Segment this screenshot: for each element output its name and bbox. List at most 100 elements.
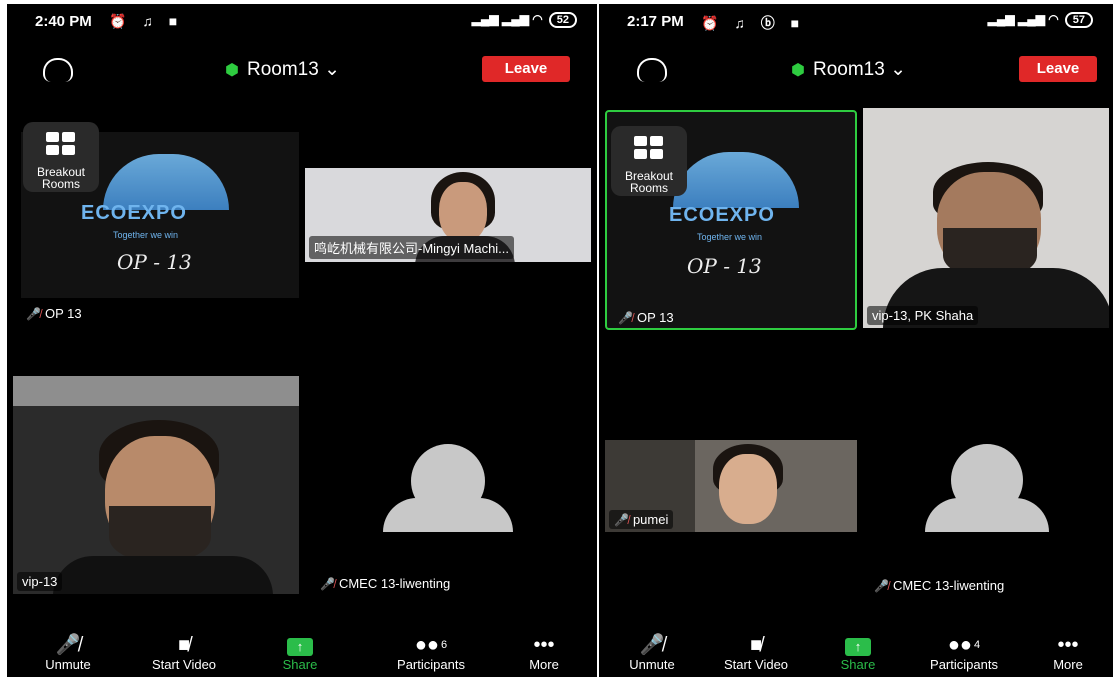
share-button[interactable]: ↑ Share (813, 633, 903, 672)
grid-icon (634, 136, 664, 160)
unmute-label: Unmute (45, 657, 91, 672)
audio-headset-icon[interactable] (637, 58, 667, 82)
room-name: Room13 (812, 59, 885, 80)
chevron-down-icon: ⌄ (890, 59, 906, 80)
participants-count: 6 (441, 639, 448, 651)
grid-icon (46, 132, 76, 156)
signal-icons: ▂▄▆ ▂▄▆ ◠ 57 (988, 12, 1093, 28)
meeting-toolbar: 🎤̸ Unmute ■̸ Start Video ↑ Share ●● 6 Partici… (7, 633, 597, 677)
participants-label: Participants (397, 657, 465, 672)
name-label-mingyi: 鸣屹机械有限公司-Mingyi Machi... (309, 236, 515, 259)
phone-screen-left: 2:40 PM ⏰ ♫ ■ ▂▄▆ ▂▄▆ ◠ 52 ⬢ Room13 ⌄ Leav… (7, 4, 597, 677)
name-label-vip13: vip-13 (17, 572, 63, 591)
leave-button[interactable]: Leave (1019, 56, 1097, 82)
mic-muted-icon: 🎤̸ (874, 579, 889, 593)
video-tile-pkshaha[interactable]: vip-13, PK Shaha (863, 108, 1109, 328)
status-icons: ⏰ ♫ ■ (109, 13, 184, 29)
shield-icon: ⬢ (791, 62, 805, 79)
status-time: 2:17 PM (627, 13, 684, 30)
battery-icon: 57 (1064, 12, 1093, 28)
participants-count: 4 (974, 639, 981, 651)
avatar-body-icon (925, 498, 1049, 532)
person-face (439, 182, 487, 242)
meeting-topbar: ⬢ Room13 ⌄ Leave (599, 50, 1113, 90)
video-tile-pumei[interactable]: 🎤̸ pumei (605, 440, 857, 532)
breakout-label: Breakout Rooms (624, 169, 674, 195)
share-label: Share (840, 657, 876, 672)
status-time: 2:40 PM (35, 13, 92, 30)
name-label-cmec: 🎤̸ CMEC 13-liwenting (315, 574, 455, 593)
mic-muted-icon: 🎤̸ (614, 513, 629, 527)
signal-icons: ▂▄▆ ▂▄▆ ◠ 52 (472, 12, 577, 28)
person-body (53, 556, 273, 594)
participant-name: CMEC 13-liwenting (338, 576, 451, 591)
share-button[interactable]: ↑ Share (255, 633, 345, 672)
leave-button[interactable]: Leave (482, 56, 570, 82)
mic-off-icon: 🎤̸ (639, 634, 665, 656)
unmute-button[interactable]: 🎤̸ Unmute (607, 633, 697, 672)
start-video-button[interactable]: ■̸ Start Video (711, 633, 801, 672)
eco-logo: ECOEXPO (669, 204, 775, 226)
more-dots-icon: ••• (1057, 634, 1079, 656)
breakout-rooms-button[interactable]: Breakout Rooms (23, 122, 99, 192)
eco-tagline: Together we win (697, 232, 763, 242)
shield-icon: ⬢ (225, 62, 239, 79)
name-label-pumei: 🎤̸ pumei (609, 510, 674, 529)
video-tile-mingyi[interactable]: 鸣屹机械有限公司-Mingyi Machi... (305, 168, 591, 262)
start-video-button[interactable]: ■̸ Start Video (139, 633, 229, 672)
participants-icon: ●● 6 (414, 634, 448, 656)
ceiling-background (13, 376, 299, 406)
video-tile-vip13[interactable]: vip-13 (13, 376, 299, 594)
avatar-body-icon (383, 498, 513, 532)
video-tile-cmec[interactable]: 🎤̸ CMEC 13-liwenting (305, 404, 591, 594)
video-label: Start Video (151, 657, 217, 672)
mic-muted-icon: 🎤̸ (320, 577, 335, 591)
name-label-pkshaha: vip-13, PK Shaha (867, 306, 979, 325)
participants-button[interactable]: ●● 4 Participants (909, 633, 1019, 672)
phone-screen-right: 2:17 PM ⏰ ♫ ⓑ ■ ▂▄▆ ▂▄▆ ◠ 57 ⬢ Room13 ⌄ Le… (599, 4, 1113, 677)
share-icon: ↑ (845, 638, 871, 656)
status-bar: 2:40 PM ⏰ ♫ ■ ▂▄▆ ▂▄▆ ◠ 52 (7, 4, 597, 40)
unmute-label: Unmute (629, 657, 675, 672)
participants-label: Participants (930, 657, 998, 672)
unmute-button[interactable]: 🎤̸ Unmute (23, 633, 113, 672)
participant-name: pumei (632, 512, 669, 527)
meeting-toolbar: 🎤̸ Unmute ■̸ Start Video ↑ Share ●● 4 Partici… (599, 633, 1113, 677)
breakout-rooms-button[interactable]: Breakout Rooms (611, 126, 687, 196)
room-title[interactable]: ⬢ Room13 ⌄ (791, 58, 906, 81)
video-tile-cmec[interactable]: 🎤̸ CMEC 13-liwenting (863, 404, 1109, 594)
more-label: More (1053, 657, 1083, 672)
name-label-op13: 🎤̸ OP 13 (21, 304, 87, 323)
participants-icon: ●● 4 (947, 634, 981, 656)
breakout-label: Breakout Rooms (36, 165, 86, 191)
name-label-cmec: 🎤̸ CMEC 13-liwenting (869, 576, 1009, 594)
video-off-icon: ■̸ (749, 634, 763, 656)
video-off-icon: ■̸ (177, 634, 191, 656)
globe-logo-icon (673, 152, 799, 208)
eco-tagline: Together we win (113, 230, 179, 240)
person-face (719, 454, 777, 524)
name-label-op13: 🎤̸ OP 13 (613, 308, 679, 327)
eco-op-label: OP - 13 (117, 250, 192, 274)
share-icon: ↑ (287, 638, 313, 656)
video-label: Start Video (723, 657, 789, 672)
meeting-topbar: ⬢ Room13 ⌄ Leave (7, 50, 597, 90)
chevron-down-icon: ⌄ (324, 59, 340, 80)
mic-muted-icon: 🎤̸ (618, 311, 633, 325)
person-beard (109, 506, 211, 562)
mic-off-icon: 🎤̸ (55, 634, 81, 656)
more-button[interactable]: ••• More (1023, 633, 1113, 672)
participant-name: OP 13 (44, 306, 82, 321)
room-title[interactable]: ⬢ Room13 ⌄ (225, 58, 340, 81)
more-dots-icon: ••• (533, 634, 555, 656)
status-bar: 2:17 PM ⏰ ♫ ⓑ ■ ▂▄▆ ▂▄▆ ◠ 57 (599, 4, 1113, 40)
eco-op-label: OP - 13 (687, 254, 762, 278)
more-button[interactable]: ••• More (499, 633, 589, 672)
room-name: Room13 (246, 59, 319, 80)
participant-name: OP 13 (636, 310, 674, 325)
participants-button[interactable]: ●● 6 Participants (371, 633, 491, 672)
participant-name: CMEC 13-liwenting (892, 578, 1005, 593)
audio-headset-icon[interactable] (43, 58, 73, 82)
status-icons: ⏰ ♫ ⓑ ■ (701, 15, 806, 31)
mic-muted-icon: 🎤̸ (26, 307, 41, 321)
